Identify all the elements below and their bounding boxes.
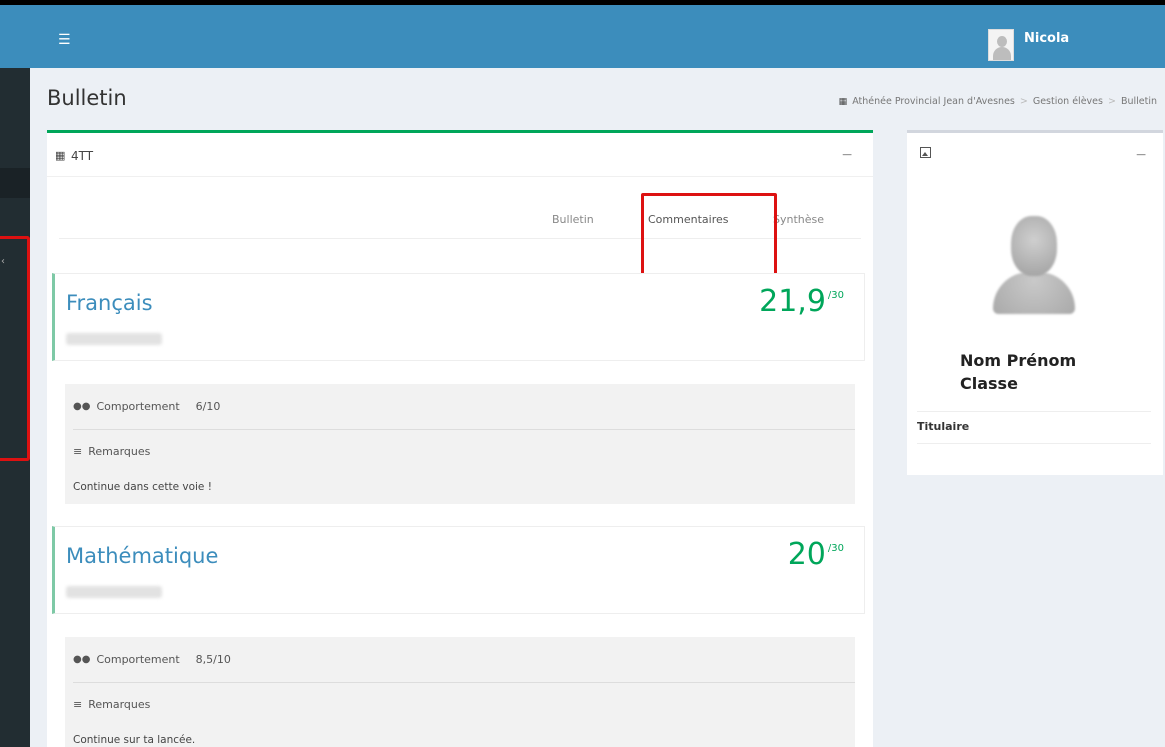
behavior-label: Comportement [96, 653, 180, 666]
top-navbar: ☰ Nicola [0, 0, 1165, 68]
subject-name: Mathématique [66, 544, 219, 568]
behavior-value: 8,5/10 [195, 653, 231, 666]
score-value: 20 [787, 537, 826, 572]
behavior-value: 6/10 [195, 400, 221, 413]
remarks-label: Remarques [88, 445, 151, 458]
subject-score: 21,9/30 [759, 284, 844, 319]
score-value: 21,9 [759, 284, 826, 319]
student-name: Nom Prénom [960, 351, 1077, 370]
user-menu[interactable]: Nicola [988, 27, 1069, 63]
comment-panel-mathematique: ●● Comportement 8,5/10 ≡ Remarques Conti… [65, 637, 855, 747]
breadcrumb-separator: > [1019, 96, 1028, 107]
collapse-button[interactable]: − [1135, 147, 1147, 163]
divider [73, 682, 855, 683]
users-icon: ●● [73, 401, 91, 412]
subject-name: Français [66, 291, 153, 315]
score-max: /30 [827, 543, 844, 554]
chevron-icon[interactable]: ‹ [1, 256, 5, 267]
list-icon: ≡ [73, 698, 83, 711]
subject-score: 20/30 [788, 537, 844, 572]
grid-icon: ▦ [838, 97, 848, 107]
teacher-name-blurred [66, 586, 162, 598]
student-identity: Nom Prénom Classe [960, 349, 1076, 395]
breadcrumb-item-students[interactable]: Gestion élèves [1033, 96, 1103, 107]
breadcrumb-item-bulletin: Bulletin [1120, 96, 1157, 107]
subject-card-mathematique: Mathématique 20/30 [52, 526, 865, 614]
tab-synthese[interactable]: Synthèse [773, 213, 824, 226]
user-name: Nicola [1024, 30, 1070, 46]
teacher-name-blurred [66, 333, 162, 345]
student-profile-box: − Nom Prénom Classe Titulaire [907, 130, 1163, 475]
page-title: Bulletin [47, 86, 127, 110]
hamburger-icon[interactable]: ☰ [58, 33, 71, 47]
score-max: /30 [827, 290, 844, 301]
users-icon: ●● [73, 654, 91, 665]
divider [917, 411, 1151, 412]
remark-text: Continue dans cette voie ! [73, 481, 212, 493]
breadcrumb-item-school[interactable]: Athénée Provincial Jean d'Avesnes [852, 96, 1015, 107]
titulaire-label: Titulaire [917, 420, 970, 433]
behavior-label: Comportement [96, 400, 180, 413]
collapse-button[interactable]: − [841, 147, 853, 163]
left-sidebar: ‹ [0, 68, 30, 747]
class-name: 4TT [71, 149, 94, 163]
student-photo-placeholder [989, 208, 1079, 318]
breadcrumb: ▦ Athénée Provincial Jean d'Avesnes > Gesti… [839, 96, 1157, 107]
subject-card-francais: Français 21,9/30 [52, 273, 865, 361]
remarks-label: Remarques [88, 698, 151, 711]
tab-highlight-annotation [641, 193, 777, 277]
comment-panel-francais: ●● Comportement 6/10 ≡ Remarques Continu… [65, 384, 855, 504]
list-icon: ≡ [73, 445, 83, 458]
report-tabs: Bulletin Commentaires Synthèse [59, 193, 861, 277]
remark-text: Continue sur ta lancée. [73, 734, 196, 746]
grid-icon: ▦ [55, 149, 66, 162]
class-report-box: ▦ 4TT − Bulletin Commentaires Synthèse F… [47, 130, 873, 747]
user-avatar [988, 29, 1014, 61]
breadcrumb-separator: > [1107, 96, 1116, 107]
sidebar-item-active[interactable] [0, 168, 30, 198]
student-class: Classe [960, 374, 1018, 393]
sidebar-highlight-annotation [0, 236, 30, 461]
box-header: ▦ 4TT − [47, 133, 873, 177]
divider [73, 429, 855, 430]
image-icon [920, 147, 931, 158]
tab-bulletin[interactable]: Bulletin [552, 213, 594, 226]
divider [917, 443, 1151, 444]
